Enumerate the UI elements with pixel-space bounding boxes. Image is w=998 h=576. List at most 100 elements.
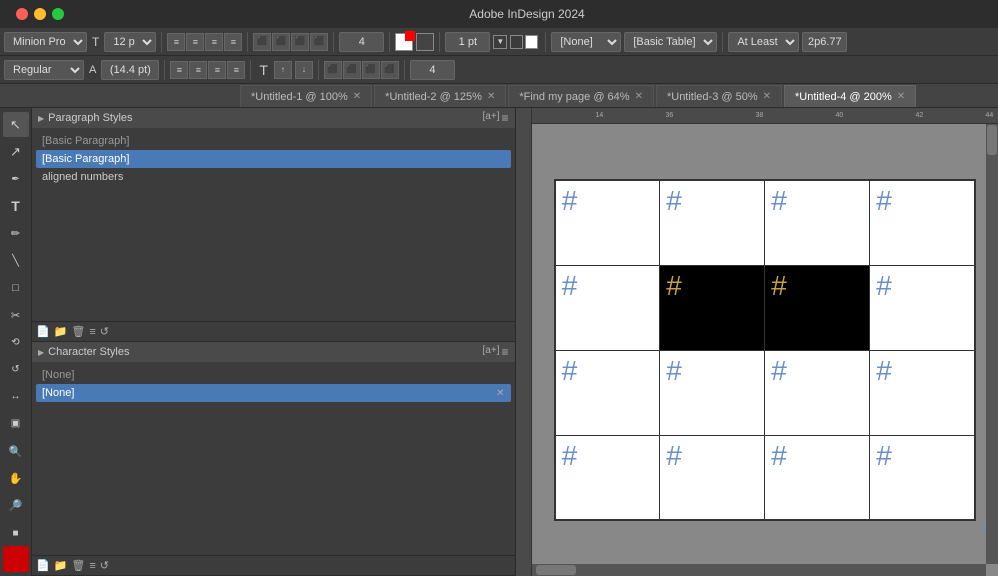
table-cell-r1c1[interactable]: #: [660, 265, 765, 350]
align-mid-btn[interactable]: ⬛: [272, 33, 290, 51]
align-top-btn[interactable]: ⬛: [253, 33, 271, 51]
table-cell-r3c2[interactable]: #: [765, 435, 870, 520]
table-style-select[interactable]: [None]: [551, 32, 621, 52]
table-cell-r2c1[interactable]: #: [660, 350, 765, 435]
font-family-select[interactable]: Minion Pro: [4, 32, 87, 52]
tab-untitled4[interactable]: *Untitled-4 @ 200% ✕: [784, 85, 916, 107]
pen-tool[interactable]: ✒: [3, 166, 29, 191]
table-cell-r1c0[interactable]: #: [555, 265, 660, 350]
align-fill-btn[interactable]: ⬛: [310, 33, 328, 51]
table-cell-r0c1[interactable]: #: [660, 180, 765, 265]
horizontal-scrollbar[interactable]: [532, 564, 987, 576]
para-folder-btn[interactable]: 📁: [54, 325, 68, 338]
para-align-right[interactable]: ≡: [208, 61, 226, 79]
at-least-select[interactable]: At Least: [728, 32, 799, 52]
rect-tool[interactable]: □: [3, 275, 29, 300]
tab-untitled1[interactable]: *Untitled-1 @ 100% ✕: [240, 85, 372, 107]
leading-input[interactable]: [101, 60, 159, 80]
char-styles-add-icon[interactable]: ≡: [501, 345, 508, 359]
char-style-none-selected[interactable]: [None] ✕: [36, 384, 511, 402]
select-tool[interactable]: ↖: [3, 112, 29, 137]
table-merge[interactable]: ⬛: [362, 61, 380, 79]
rows-input[interactable]: [410, 60, 455, 80]
table-cell-r0c2[interactable]: #: [765, 180, 870, 265]
table-cell-r1c2[interactable]: #: [765, 265, 870, 350]
para-menu-btn[interactable]: ≡: [89, 326, 95, 338]
tab-close-untitled4[interactable]: ✕: [897, 91, 905, 102]
paragraph-styles-header[interactable]: ▶ Paragraph Styles [a+] ≡: [32, 108, 515, 128]
table-split[interactable]: ⬛: [381, 61, 399, 79]
tab-close-untitled1[interactable]: ✕: [353, 91, 361, 102]
para-delete-btn[interactable]: 🗑: [71, 325, 85, 338]
direct-select-tool[interactable]: ↗: [3, 139, 29, 164]
table-insert-row[interactable]: ⬛: [343, 61, 361, 79]
tab-close-untitled2[interactable]: ✕: [487, 91, 495, 102]
text-tool[interactable]: T: [3, 194, 29, 219]
scissors-tool[interactable]: ✂: [3, 302, 29, 327]
tab-findmypage[interactable]: *Find my page @ 64% ✕: [508, 85, 654, 107]
align-justify-btn[interactable]: ≡: [224, 33, 242, 51]
para-new-style-btn[interactable]: 📄: [36, 325, 50, 338]
eyedropper-tool[interactable]: 🔍: [3, 438, 29, 463]
para-align-center[interactable]: ≡: [189, 61, 207, 79]
stroke-color-box[interactable]: [395, 33, 413, 51]
char-style-none[interactable]: [None]: [36, 366, 511, 384]
para-refresh-btn[interactable]: ↺: [100, 325, 109, 338]
para-align-justify[interactable]: ≡: [227, 61, 245, 79]
stroke-weight-input[interactable]: [445, 32, 490, 52]
char-menu-btn[interactable]: ≡: [89, 560, 95, 572]
maximize-button[interactable]: [52, 8, 64, 20]
table-cell-r0c0[interactable]: #: [555, 180, 660, 265]
table-insert-col[interactable]: ⬛: [324, 61, 342, 79]
para-style-aligned-numbers[interactable]: aligned numbers: [36, 168, 511, 186]
row-height-input[interactable]: 2p6.77: [802, 32, 847, 52]
subscript-btn[interactable]: ↓: [295, 61, 313, 79]
char-refresh-btn[interactable]: ↺: [100, 559, 109, 572]
fill-stroke-indicator[interactable]: ■: [3, 520, 29, 546]
align-left-btn[interactable]: ≡: [167, 33, 185, 51]
cols-input[interactable]: [339, 32, 384, 52]
color-mode-btn[interactable]: [3, 546, 29, 572]
table-cell-r3c1[interactable]: #: [660, 435, 765, 520]
zoom-tool[interactable]: 🔎: [3, 493, 29, 518]
table-cell-r3c0[interactable]: #: [555, 435, 660, 520]
para-styles-add-icon[interactable]: ≡: [501, 111, 508, 125]
para-style-basic-selected[interactable]: [Basic Paragraph]: [36, 150, 511, 168]
table-cell-r2c3[interactable]: #: [870, 350, 975, 435]
tab-close-untitled3[interactable]: ✕: [763, 91, 771, 102]
table-cell-r2c2[interactable]: #: [765, 350, 870, 435]
rotate-tool[interactable]: ↺: [3, 357, 29, 382]
para-align-left[interactable]: ≡: [170, 61, 188, 79]
align-bottom-btn[interactable]: ⬛: [291, 33, 309, 51]
table-cell-r3c3[interactable]: #: [870, 435, 975, 520]
pencil-tool[interactable]: ✏: [3, 221, 29, 246]
scale-tool[interactable]: ↔: [3, 384, 29, 409]
table-cell-r0c3[interactable]: #: [870, 180, 975, 265]
table-cell-r1c3[interactable]: #: [870, 265, 975, 350]
table-cell-r2c0[interactable]: #: [555, 350, 660, 435]
line-tool[interactable]: ╲: [3, 248, 29, 273]
character-styles-header[interactable]: ▶ Character Styles [a+] ≡: [32, 342, 515, 362]
gradient-tool[interactable]: ▣: [3, 411, 29, 436]
superscript-btn[interactable]: ↑: [274, 61, 292, 79]
free-transform-tool[interactable]: ⟲: [3, 330, 29, 355]
char-style-none-x[interactable]: ✕: [496, 388, 504, 399]
fill-color-box[interactable]: [416, 33, 434, 51]
font-size-select[interactable]: 12 pt: [104, 32, 156, 52]
para-style-basic-group[interactable]: [Basic Paragraph]: [36, 132, 511, 150]
align-center-btn[interactable]: ≡: [186, 33, 204, 51]
char-delete-btn[interactable]: 🗑: [71, 559, 85, 572]
cell-style-select[interactable]: [Basic Table]: [624, 32, 717, 52]
font-style-select[interactable]: Regular: [4, 60, 84, 80]
tab-untitled3[interactable]: *Untitled-3 @ 50% ✕: [656, 85, 782, 107]
stroke-style-btn[interactable]: ▼: [493, 35, 507, 49]
canvas-area[interactable]: 14 36 38 40 42 44 46 48 50 # # #: [516, 108, 998, 576]
char-new-style-btn[interactable]: 📄: [36, 559, 50, 572]
char-folder-btn[interactable]: 📁: [54, 559, 68, 572]
tab-untitled2[interactable]: *Untitled-2 @ 125% ✕: [374, 85, 506, 107]
align-right-btn[interactable]: ≡: [205, 33, 223, 51]
minimize-button[interactable]: [34, 8, 46, 20]
tab-close-findmypage[interactable]: ✕: [635, 91, 643, 102]
close-button[interactable]: [16, 8, 28, 20]
vertical-scrollbar[interactable]: [986, 124, 998, 564]
